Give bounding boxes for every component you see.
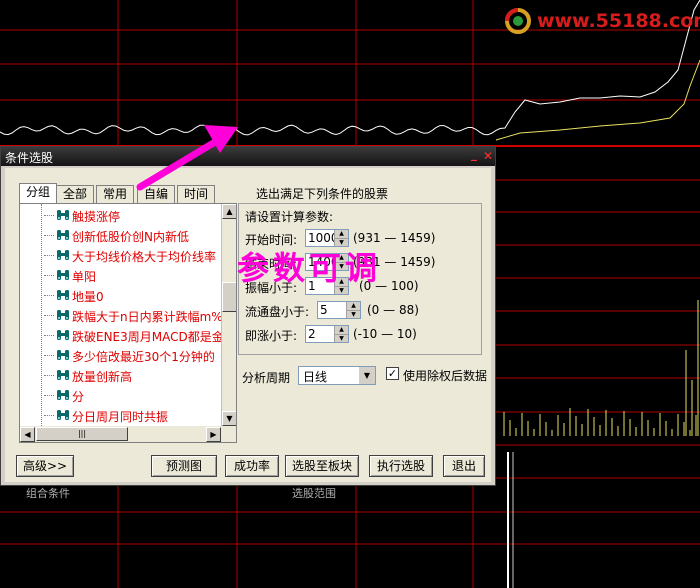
advanced-button[interactable]: 高级>> xyxy=(16,455,74,477)
tree-branch xyxy=(44,315,54,316)
binoculars-icon xyxy=(57,270,69,280)
list-item-label: 跌幅大于n日内累计跌幅m% xyxy=(72,310,223,324)
period-select[interactable]: 日线 ▼ xyxy=(298,366,376,385)
list-item-label: 创新低股价创N内新低 xyxy=(72,230,189,244)
annotation-arrow xyxy=(136,125,238,191)
adjusted-data-label: 使用除权后数据 xyxy=(403,369,488,383)
binoculars-icon xyxy=(57,310,69,320)
condition-list[interactable]: 触摸涨停创新低股价创N内新低大于均线价格大于均价线率 单阳地量0 跌幅大于n日内累计… xyxy=(19,203,237,443)
list-item[interactable]: 跌破ENE3周月MACD都是金叉 xyxy=(22,326,236,346)
scroll-up-icon[interactable]: ▲ xyxy=(222,204,236,219)
tree-branch xyxy=(44,335,54,336)
selection-range-label: 选股范围 xyxy=(292,487,336,500)
preview-chart-button[interactable]: 预测图 xyxy=(151,455,217,477)
list-item-label: 多少倍改最近30个1分钟的 xyxy=(72,350,215,364)
condition-stock-picker-dialog: 条件选股 _ ✕ 分组 全部 常用 自编 时间 触摸涨停 创新低股价创N内新低 大于… xyxy=(0,146,496,486)
exit-button[interactable]: 退出 xyxy=(443,455,485,477)
tree-branch xyxy=(44,255,54,256)
list-item[interactable]: 触摸涨停 xyxy=(22,206,222,226)
current-rise-value[interactable]: 2 xyxy=(308,327,316,341)
dialog-titlebar[interactable]: 条件选股 _ ✕ xyxy=(1,147,495,166)
binoculars-icon xyxy=(57,350,69,360)
hscroll-thumb[interactable]: ||| xyxy=(36,427,128,441)
spin-down-icon[interactable]: ▼ xyxy=(335,334,348,343)
scroll-right-icon[interactable]: ▶ xyxy=(206,427,221,442)
tree-branch xyxy=(44,275,54,276)
close-icon[interactable]: ✕ xyxy=(481,149,495,163)
float-cap-value[interactable]: 5 xyxy=(320,303,328,317)
list-item[interactable]: 单阳 xyxy=(22,266,222,286)
binoculars-icon xyxy=(57,210,69,220)
params-heading: 请设置计算参数: xyxy=(245,210,334,224)
current-rise-stepper[interactable]: 2 ▲ ▼ xyxy=(305,325,349,343)
binoculars-icon xyxy=(57,370,69,380)
list-item[interactable]: 大于均线价格大于均价线率 xyxy=(22,246,222,266)
binoculars-icon xyxy=(57,230,69,240)
adjusted-data-checkbox[interactable]: ✓ xyxy=(386,367,399,380)
scroll-left-icon[interactable]: ◀ xyxy=(20,427,35,442)
float-cap-stepper[interactable]: 5 ▲ ▼ xyxy=(317,301,361,319)
success-rate-button[interactable]: 成功率 xyxy=(225,455,279,477)
period-value: 日线 xyxy=(303,370,328,384)
export-to-board-button[interactable]: 选股至板块 xyxy=(285,455,359,477)
dialog-title: 条件选股 xyxy=(5,151,54,165)
execute-selection-button[interactable]: 执行选股 xyxy=(369,455,433,477)
annotation-text: 参数可调 xyxy=(237,249,382,287)
list-item[interactable]: 分日周月同时共振 xyxy=(22,406,222,426)
list-horizontal-scrollbar[interactable]: ◀ ||| ▶ xyxy=(20,426,236,442)
current-rise-range: (-10 — 10) xyxy=(353,327,417,341)
minimize-icon[interactable]: _ xyxy=(467,147,481,161)
conditions-heading: 选出满足下列条件的股票 xyxy=(256,187,389,201)
binoculars-icon xyxy=(57,390,69,400)
list-item[interactable]: 地量0 xyxy=(22,286,222,306)
tree-branch xyxy=(44,215,54,216)
tree-branch xyxy=(44,395,54,396)
float-cap-label: 流通盘小于: xyxy=(245,305,310,319)
list-item[interactable]: 多少倍改最近30个1分钟的 xyxy=(22,346,222,366)
list-item-label: 地量0 xyxy=(72,290,104,304)
binoculars-icon xyxy=(57,330,69,340)
logo-swirl-icon xyxy=(505,8,531,34)
tree-branch xyxy=(44,375,54,376)
spin-up-icon[interactable]: ▲ xyxy=(335,230,348,238)
list-item[interactable]: 创新低股价创N内新低 xyxy=(22,226,222,246)
spin-up-icon[interactable]: ▲ xyxy=(347,302,360,310)
tree-branch xyxy=(44,235,54,236)
logo-text: www.55188.com xyxy=(537,10,700,32)
scroll-down-icon[interactable]: ▼ xyxy=(222,411,236,426)
list-item-label: 单阳 xyxy=(72,270,97,284)
tree-branch xyxy=(44,415,54,416)
binoculars-icon xyxy=(57,290,69,300)
list-item-label: 放量创新高 xyxy=(72,370,133,384)
combo-conditions-label: 组合条件 xyxy=(26,487,70,500)
list-item-label: 跌破ENE3周月MACD都是金叉 xyxy=(72,330,236,344)
tab-common[interactable]: 常用 xyxy=(96,185,134,203)
list-item-label: 大于均线价格大于均价线率 xyxy=(72,250,217,264)
chevron-down-icon[interactable]: ▼ xyxy=(359,367,375,384)
tree-branch xyxy=(44,355,54,356)
current-rise-label: 即涨小于: xyxy=(245,329,298,343)
list-item-label: 触摸涨停 xyxy=(72,210,121,224)
tab-all[interactable]: 全部 xyxy=(56,185,94,203)
site-logo: www.55188.com xyxy=(503,6,700,36)
binoculars-icon xyxy=(57,250,69,260)
list-item[interactable]: 跌幅大于n日内累计跌幅m% xyxy=(22,306,223,326)
list-vertical-scrollbar[interactable]: ▲ ▼ xyxy=(221,204,236,426)
list-item[interactable]: 放量创新高 xyxy=(22,366,222,386)
scroll-thumb[interactable] xyxy=(222,282,236,312)
list-item-label: 分日周月同时共振 xyxy=(72,410,169,424)
tree-branch xyxy=(44,295,54,296)
list-item[interactable]: 分 xyxy=(22,386,222,406)
binoculars-icon xyxy=(57,410,69,420)
spin-up-icon[interactable]: ▲ xyxy=(335,326,348,334)
float-cap-range: (0 — 88) xyxy=(367,303,419,317)
period-label: 分析周期 xyxy=(242,371,291,385)
dialog-client-area: 分组 全部 常用 自编 时间 触摸涨停 创新低股价创N内新低 大于均线价格大于均价线… xyxy=(5,168,491,482)
list-item-label: 分 xyxy=(72,390,85,404)
spin-down-icon[interactable]: ▼ xyxy=(347,310,360,319)
tab-group[interactable]: 分组 xyxy=(19,183,57,204)
